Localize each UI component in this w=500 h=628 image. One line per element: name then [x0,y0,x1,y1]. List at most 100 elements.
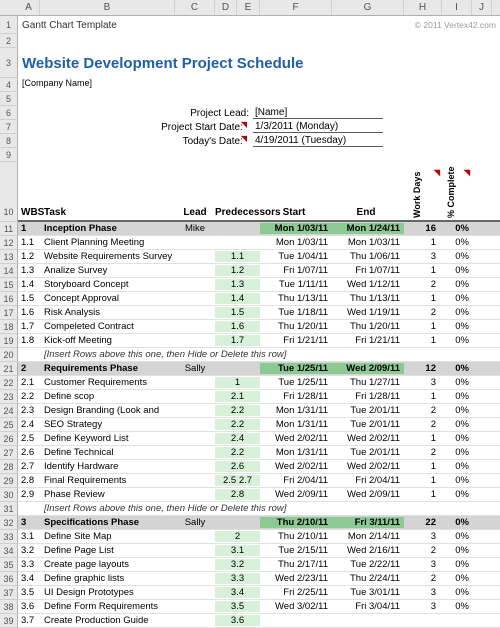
row-15[interactable]: 15 [0,278,18,292]
col-F[interactable]: F [260,0,332,15]
cell-start[interactable]: Wed 3/02/11 [260,601,332,612]
cell-start[interactable]: Mon 1/03/11 [260,237,332,248]
cell-pct[interactable]: 0% [442,223,472,234]
cell-start[interactable]: Fri 2/25/11 [260,587,332,598]
cell-wbs[interactable]: 3.7 [18,615,40,626]
cell-workdays[interactable]: 2 [404,405,442,416]
task-row[interactable]: 3.7Create Production Guide3.6 [18,614,500,628]
cell-lead[interactable]: Sally [175,363,215,374]
cell-workdays[interactable]: 12 [404,363,442,374]
row-34[interactable]: 34 [0,544,18,558]
cell-end[interactable]: Fri 1/28/11 [332,391,404,402]
cell-start[interactable]: Wed 2/02/11 [260,461,332,472]
cell-task[interactable]: Compeleted Contract [40,321,175,332]
cell-end[interactable]: Fri 1/07/11 [332,265,404,276]
cell-pct[interactable]: 0% [442,559,472,570]
row-20[interactable]: 20 [0,348,18,362]
col-J[interactable]: J [472,0,492,15]
cell-end[interactable]: Mon 2/14/11 [332,531,404,542]
task-row[interactable]: 2.5Define Keyword List2.4Wed 2/02/11Wed … [18,432,500,446]
cell-wbs[interactable]: 2.2 [18,391,40,402]
cell-end[interactable]: Thu 1/06/11 [332,251,404,262]
col-H[interactable]: H [404,0,442,15]
company-name[interactable]: [Company Name] [18,78,500,92]
col-E[interactable]: E [237,0,260,15]
cell-start[interactable]: Wed 2/23/11 [260,573,332,584]
cell-start[interactable]: Tue 1/04/11 [260,251,332,262]
cell-wbs[interactable]: 2.3 [18,405,40,416]
cell-workdays[interactable]: 3 [404,251,442,262]
insert-instruction-row[interactable]: [Insert Rows above this one, then Hide o… [18,348,500,362]
cell-pred[interactable]: 2.6 [215,461,260,472]
row-29[interactable]: 29 [0,474,18,488]
cell-end[interactable]: Wed 2/02/11 [332,433,404,444]
cell-pct[interactable]: 0% [442,335,472,346]
cell-end[interactable]: Wed 2/09/11 [332,363,404,374]
cell-start[interactable]: Fri 1/28/11 [260,391,332,402]
cell-pct[interactable]: 0% [442,321,472,332]
cell-pred[interactable]: 2.5 2.7 [215,475,260,486]
cell-pct[interactable]: 0% [442,405,472,416]
cell-pct[interactable]: 0% [442,433,472,444]
cell-end[interactable]: Wed 2/02/11 [332,461,404,472]
row-1[interactable]: 1 [0,16,18,34]
task-row[interactable]: 1.4Storyboard Concept1.3Tue 1/11/11Wed 1… [18,278,500,292]
cell-workdays[interactable]: 1 [404,489,442,500]
cell-pct[interactable]: 0% [442,363,472,374]
cell-start[interactable]: Fri 2/04/11 [260,475,332,486]
cell-wbs[interactable]: 2.6 [18,447,40,458]
cell-pred[interactable]: 2.8 [215,489,260,500]
cell-task[interactable]: SEO Strategy [40,419,175,430]
cell-pred[interactable]: 1.5 [215,307,260,318]
cell-wbs[interactable]: 1.6 [18,307,40,318]
cell-wbs[interactable]: 1.1 [18,237,40,248]
cell-wbs[interactable]: 2.5 [18,433,40,444]
col-A[interactable]: A [18,0,40,15]
cell-task[interactable]: Requirements Phase [40,363,175,374]
row-27[interactable]: 27 [0,446,18,460]
row-12[interactable]: 12 [0,236,18,250]
cell-end[interactable]: Fri 3/04/11 [332,601,404,612]
cell-task[interactable]: Website Requirements Survey [40,251,175,262]
cell-wbs[interactable]: 3.4 [18,573,40,584]
cell-workdays[interactable]: 1 [404,461,442,472]
col-I[interactable]: I [442,0,472,15]
cell-pct[interactable]: 0% [442,251,472,262]
phase-row[interactable]: 2Requirements PhaseSallyTue 1/25/11Wed 2… [18,362,500,376]
cell-pct[interactable]: 0% [442,461,472,472]
cell-end[interactable]: Mon 1/03/11 [332,237,404,248]
row-11[interactable]: 11 [0,222,18,236]
task-row[interactable]: 1.3Analize Survey1.2Fri 1/07/11Fri 1/07/… [18,264,500,278]
task-row[interactable]: 3.2Define Page List3.1Tue 2/15/11Wed 2/1… [18,544,500,558]
row-2[interactable]: 2 [0,34,18,48]
cell-task[interactable]: Final Requirements [40,475,175,486]
row-30[interactable]: 30 [0,488,18,502]
cell-task[interactable]: Phase Review [40,489,175,500]
cell-task[interactable]: Kick-off Meeting [40,335,175,346]
row-17[interactable]: 17 [0,306,18,320]
cell-wbs[interactable]: 2.9 [18,489,40,500]
row-16[interactable]: 16 [0,292,18,306]
cell-workdays[interactable]: 2 [404,307,442,318]
cell-workdays[interactable]: 1 [404,433,442,444]
cell-workdays[interactable]: 1 [404,293,442,304]
row-13[interactable]: 13 [0,250,18,264]
task-row[interactable]: 3.5UI Design Prototypes3.4Fri 2/25/11Tue… [18,586,500,600]
cell-end[interactable]: Tue 3/01/11 [332,587,404,598]
cell-workdays[interactable]: 2 [404,447,442,458]
cell-task[interactable]: Client Planning Meeting [40,237,175,248]
cell-start[interactable]: Fri 1/07/11 [260,265,332,276]
cell-workdays[interactable]: 2 [404,279,442,290]
cell-workdays[interactable]: 1 [404,391,442,402]
row-23[interactable]: 23 [0,390,18,404]
cell-start[interactable]: Tue 1/18/11 [260,307,332,318]
row-39[interactable]: 39 [0,614,18,628]
cell-wbs[interactable]: 1.3 [18,265,40,276]
cell-wbs[interactable]: 3.6 [18,601,40,612]
row-24[interactable]: 24 [0,404,18,418]
row-19[interactable]: 19 [0,334,18,348]
cell-task[interactable]: Storyboard Concept [40,279,175,290]
cell-end[interactable]: Wed 2/09/11 [332,489,404,500]
cell-pct[interactable]: 0% [442,391,472,402]
row-35[interactable]: 35 [0,558,18,572]
